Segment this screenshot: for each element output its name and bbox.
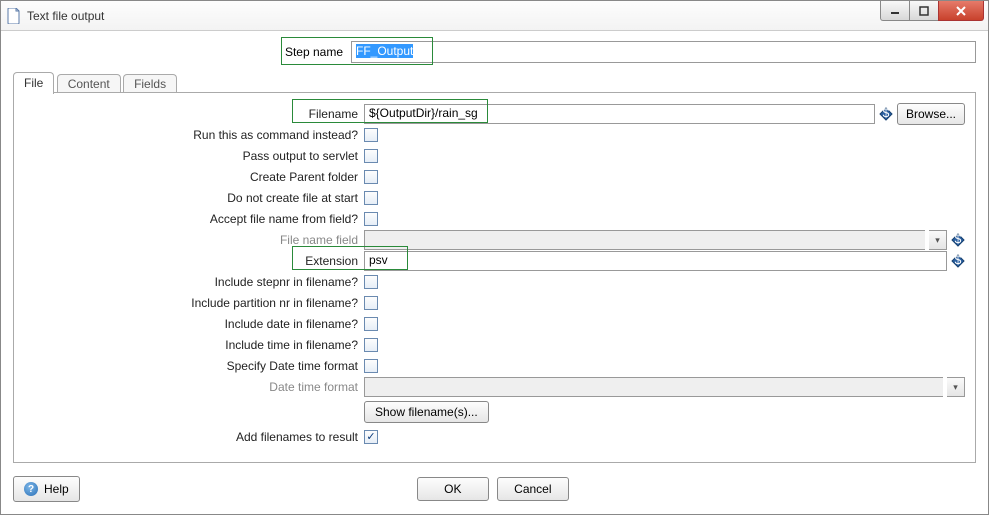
pass-to-servlet-row: Pass output to servlet (24, 145, 965, 167)
show-filenames-row: Show filename(s)... (24, 397, 965, 427)
pass-to-servlet-checkbox[interactable] (364, 149, 378, 163)
specify-dt-format-checkbox[interactable] (364, 359, 378, 373)
step-name-row: Step name FF_Output (13, 41, 976, 63)
file-name-field-row: File name field ▾ $ (24, 229, 965, 251)
help-icon: ? (24, 482, 38, 496)
run-as-command-row: Run this as command instead? (24, 124, 965, 146)
file-name-field-dropdown-icon: ▾ (929, 230, 947, 250)
no-create-start-checkbox[interactable] (364, 191, 378, 205)
variable-icon[interactable]: $ (951, 254, 965, 268)
tab-fields[interactable]: Fields (123, 74, 177, 94)
include-partition-checkbox[interactable] (364, 296, 378, 310)
create-parent-row: Create Parent folder (24, 166, 965, 188)
dt-format-row: Date time format ▾ (24, 376, 965, 398)
include-time-row: Include time in filename? (24, 334, 965, 356)
tab-bar: File Content Fields (13, 71, 976, 93)
svg-text:$: $ (883, 107, 890, 120)
variable-icon[interactable]: $ (951, 233, 965, 247)
window-controls (881, 1, 984, 21)
tab-file[interactable]: File (13, 72, 54, 94)
dt-format-select (364, 377, 943, 397)
filename-input[interactable]: ${OutputDir}/rain_sg (364, 104, 875, 124)
variable-icon[interactable]: $ (879, 107, 893, 121)
track-filenames-row: Add filenames to result (24, 426, 965, 448)
cancel-button[interactable]: Cancel (497, 477, 569, 501)
accept-from-field-checkbox[interactable] (364, 212, 378, 226)
include-stepnr-row: Include stepnr in filename? (24, 271, 965, 293)
track-filenames-checkbox[interactable] (364, 430, 378, 444)
maximize-button[interactable] (909, 1, 939, 21)
dt-format-dropdown-icon: ▾ (947, 377, 965, 397)
include-time-checkbox[interactable] (364, 338, 378, 352)
filename-row: Filename ${OutputDir}/rain_sg $ Browse..… (24, 103, 965, 125)
extension-input[interactable]: psv (364, 251, 947, 271)
extension-row: Extension psv $ (24, 250, 965, 272)
svg-text:$: $ (955, 233, 962, 246)
include-partition-row: Include partition nr in filename? (24, 292, 965, 314)
step-name-label: Step name (13, 45, 351, 59)
file-name-field-select (364, 230, 925, 250)
step-name-value: FF_Output (356, 44, 413, 58)
bottom-bar: ? Help OK Cancel (13, 476, 976, 502)
ok-button[interactable]: OK (417, 477, 489, 501)
create-parent-checkbox[interactable] (364, 170, 378, 184)
include-date-row: Include date in filename? (24, 313, 965, 335)
close-button[interactable] (938, 1, 984, 21)
step-name-input[interactable]: FF_Output (351, 41, 976, 63)
specify-dt-format-row: Specify Date time format (24, 355, 965, 377)
filename-label: Filename (24, 107, 364, 121)
file-tab-panel: Filename ${OutputDir}/rain_sg $ Browse..… (13, 93, 976, 463)
window-title: Text file output (27, 9, 104, 23)
run-as-command-checkbox[interactable] (364, 128, 378, 142)
include-stepnr-checkbox[interactable] (364, 275, 378, 289)
include-date-checkbox[interactable] (364, 317, 378, 331)
show-filenames-button[interactable]: Show filename(s)... (364, 401, 489, 423)
document-icon (7, 8, 21, 24)
tab-content[interactable]: Content (57, 74, 121, 94)
title-bar: Text file output (1, 1, 988, 31)
help-button[interactable]: ? Help (13, 476, 80, 502)
accept-from-field-row: Accept file name from field? (24, 208, 965, 230)
svg-text:$: $ (955, 254, 962, 267)
browse-button[interactable]: Browse... (897, 103, 965, 125)
minimize-button[interactable] (880, 1, 910, 21)
no-create-start-row: Do not create file at start (24, 187, 965, 209)
